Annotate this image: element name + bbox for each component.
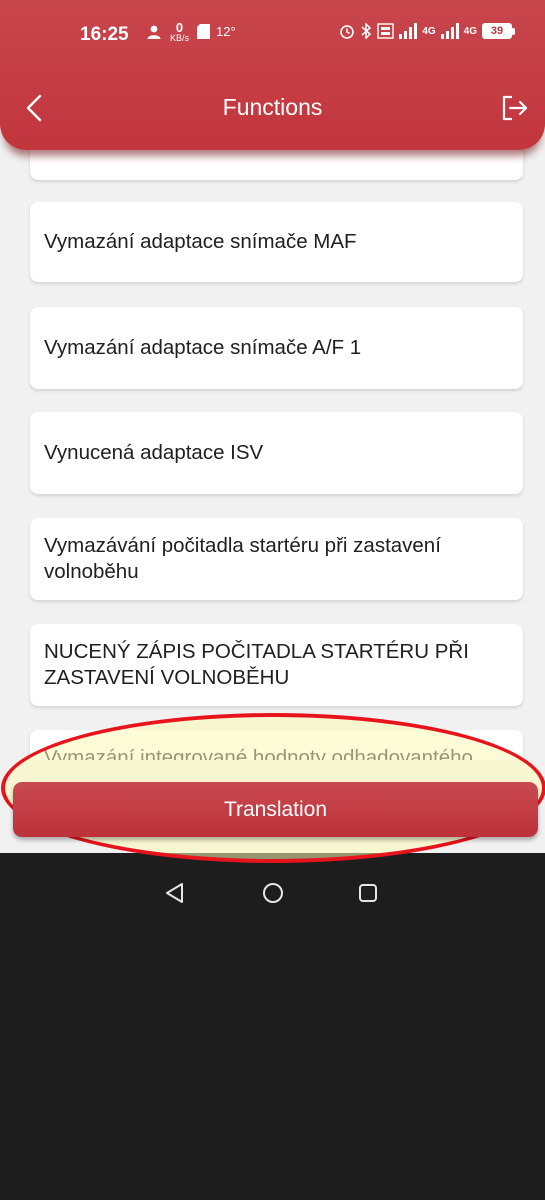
net-speed: 0 KB/s bbox=[170, 20, 190, 43]
battery-level: 39 bbox=[482, 23, 512, 39]
list-item[interactable]: NUCENÝ ZÁPIS POČITADLA STARTÉRU PŘI ZAST… bbox=[30, 624, 523, 706]
app-header: 16:25 0 KB/s 12° 4G 4G 39 Functions bbox=[0, 0, 545, 150]
system-home-button[interactable] bbox=[253, 873, 293, 913]
list-item[interactable]: Vymazání adaptace snímače MAF bbox=[30, 202, 523, 282]
status-time: 16:25 bbox=[80, 24, 129, 45]
volte-icon bbox=[377, 23, 395, 39]
system-back-button[interactable] bbox=[155, 873, 195, 913]
signal-1-icon bbox=[399, 23, 418, 39]
logout-button[interactable] bbox=[497, 90, 533, 126]
list-item[interactable]: Vynucená adaptace ISV bbox=[30, 412, 523, 494]
sim-card-icon bbox=[197, 24, 211, 40]
list-item-partial[interactable] bbox=[30, 150, 523, 180]
bluetooth-icon bbox=[361, 23, 372, 39]
status-temperature: 12° bbox=[216, 24, 236, 40]
net-speed-value: 0 bbox=[175, 20, 184, 35]
network-type-1: 4G bbox=[422, 25, 436, 37]
list-item-label: Vymazání adaptace snímače A/F 1 bbox=[44, 336, 362, 360]
net-speed-unit: KB/s bbox=[170, 32, 190, 43]
list-item[interactable]: Vymazávání počitadla startéru při zastav… bbox=[30, 518, 523, 600]
circle-home-icon bbox=[263, 883, 283, 903]
person-icon bbox=[147, 25, 161, 39]
list-item-label: Vymazání integrované hodnoty odhadovanté… bbox=[44, 746, 473, 760]
battery-icon: 39 bbox=[482, 23, 515, 39]
list-item-label: Vymazání adaptace snímače MAF bbox=[44, 230, 357, 254]
translation-button[interactable]: Translation bbox=[13, 782, 538, 837]
alarm-icon bbox=[340, 25, 355, 39]
status-left-icons: 0 KB/s 12° bbox=[146, 20, 236, 43]
system-navigation-bar bbox=[0, 853, 545, 1200]
navbar: Functions bbox=[0, 80, 545, 136]
list-item[interactable]: Vymazání adaptace snímače A/F 1 bbox=[30, 307, 523, 389]
function-list[interactable]: Vymazání adaptace snímače MAF Vymazání a… bbox=[0, 150, 545, 760]
status-bar: 16:25 0 KB/s 12° 4G 4G 39 bbox=[80, 20, 515, 50]
page-title: Functions bbox=[222, 94, 323, 120]
list-item[interactable]: Vymazání integrované hodnoty odhadovanté… bbox=[30, 730, 523, 760]
list-item-label: Vynucená adaptace ISV bbox=[44, 441, 264, 465]
system-recents-button[interactable] bbox=[348, 873, 388, 913]
triangle-back-icon bbox=[166, 883, 183, 903]
network-type-2: 4G bbox=[463, 25, 477, 37]
list-item-label: Vymazávání počitadla startéru při zastav… bbox=[44, 534, 441, 583]
signal-2-icon bbox=[440, 23, 459, 39]
logout-icon bbox=[502, 95, 528, 121]
list-item-label: NUCENÝ ZÁPIS POČITADLA STARTÉRU PŘI ZAST… bbox=[44, 640, 469, 689]
status-right-icons: 4G 4G 39 bbox=[339, 23, 515, 39]
square-recents-icon bbox=[359, 884, 377, 902]
